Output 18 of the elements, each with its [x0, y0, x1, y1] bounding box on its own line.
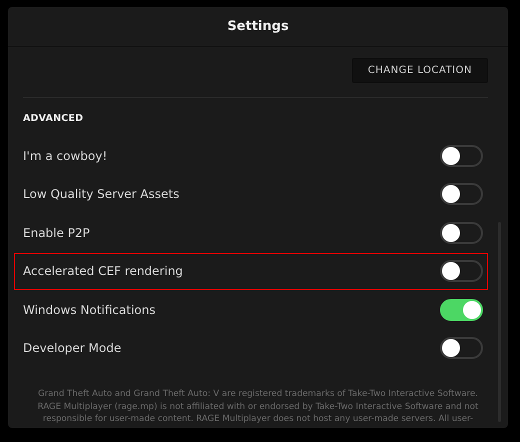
setting-label: Enable P2P [23, 226, 90, 240]
setting-label: Accelerated CEF rendering [23, 264, 183, 278]
setting-label: Developer Mode [23, 341, 122, 356]
disclaimer-text: Grand Theft Auto and Grand Theft Auto: V are registered trademarks of Take-Two Interactive Software. [38, 388, 478, 400]
disclaimer-text: responsible for user-made content. RAGE Multiplayer does not host any user-made servers. All user- [42, 413, 474, 426]
window-title: Settings [8, 7, 508, 47]
disclaimer-text: RAGE Multiplayer (rage.mp) is not affiliated with or endorsed by Take-Two Interactive Software and not [38, 400, 478, 413]
change-location-button[interactable]: CHANGE LOCATION [352, 58, 488, 83]
toggle-switch[interactable] [440, 260, 483, 282]
toggle-switch[interactable] [440, 298, 483, 321]
setting-label: Windows Notifications [23, 302, 156, 317]
toggle-switch[interactable] [440, 222, 483, 244]
toggle-switch[interactable] [440, 337, 483, 360]
section-title: ADVANCED [23, 112, 84, 126]
setting-label: Low Quality Server Assets [23, 187, 180, 202]
toggle-switch[interactable] [440, 144, 483, 166]
toggle-switch[interactable] [440, 183, 483, 206]
setting-label: I'm a cowboy! [23, 148, 108, 162]
